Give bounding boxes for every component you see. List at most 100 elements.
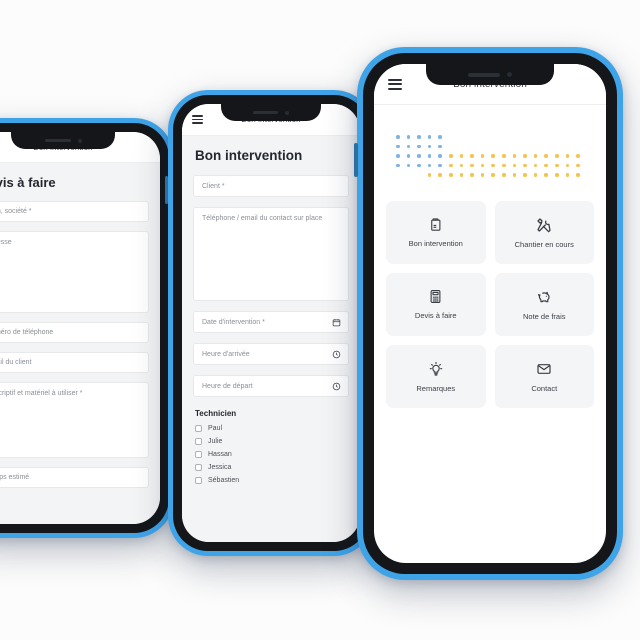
dot-blue [406,144,411,149]
clock-icon[interactable] [332,350,341,359]
field-numero-telephone[interactable]: Numéro de téléphone [0,322,149,343]
technician-checkbox-row[interactable]: Hassan [195,451,349,458]
scene-background: Bon intervention Devis à faire Nom, soci… [0,0,640,640]
technician-checkbox-row[interactable]: Julie [195,438,349,445]
dot-blue [438,154,442,158]
dot-yellow [470,154,474,158]
dot-yellow [555,173,559,177]
lightbulb-icon [428,361,444,377]
dot-blue [396,135,400,139]
technician-checkbox-row[interactable]: Paul [195,425,349,432]
tile-label: Contact [531,383,558,393]
dot-yellow [523,173,527,177]
phone-middle-content: Bon intervention Client * Téléphone / em… [182,136,360,542]
piggy-bank-icon [536,289,552,305]
dot-yellow [459,173,464,177]
dot-yellow [565,163,570,168]
dot-yellow [555,154,559,158]
hero-section [374,105,606,201]
technician-name: Sébastien [208,477,240,484]
checkbox[interactable] [195,425,202,432]
field-heure-arrivee[interactable]: Heure d'arrivée [193,343,349,365]
tile-contact[interactable]: Contact [494,345,594,408]
envelope-icon [536,361,552,377]
dot-blue [396,163,400,168]
field-placeholder: Numéro de téléphone [0,329,54,336]
dot-yellow [555,163,559,168]
dot-yellow [491,154,495,158]
dot-yellow [512,154,517,158]
calculator-icon [428,289,443,304]
dot-yellow [576,173,580,177]
field-placeholder: Heure de départ [202,382,253,390]
clock-icon[interactable] [332,382,341,391]
phone-middle-bezel: Bon intervention Bon intervention Client… [173,95,369,551]
dot-yellow [491,163,495,168]
field-client[interactable]: Client * [193,175,349,197]
field-email-client[interactable]: Email du client [0,352,149,373]
technician-name: Julie [208,438,223,445]
field-placeholder: Date d'intervention * [202,318,265,326]
technician-name: Hassan [208,451,232,458]
phone-middle-screen: Bon intervention Bon intervention Client… [182,104,360,542]
tile-bon-intervention[interactable]: Bon intervention [386,201,486,264]
checkbox[interactable] [195,464,202,471]
dot-blue [417,163,421,168]
phone-left-content: Devis à faire Nom, société * Adresse Num… [0,163,160,524]
dot-blue [406,154,411,158]
dot-grid-graphic [396,135,596,185]
dot-yellow [449,173,453,177]
tile-remarques[interactable]: Remarques [386,345,486,408]
checkbox[interactable] [195,451,202,458]
dot-yellow [533,173,538,177]
dot-yellow [480,173,485,177]
field-descriptif-materiel[interactable]: Descriptif et matériel à utiliser * [0,382,149,458]
phone-left-bezel: Bon intervention Devis à faire Nom, soci… [0,123,169,533]
dot-yellow [544,154,548,158]
field-placeholder: Adresse [0,239,12,246]
dot-yellow [565,154,570,158]
technician-name: Jessica [208,464,232,471]
dot-yellow [459,163,464,168]
calendar-icon[interactable] [332,318,341,327]
phone-front-volume-button[interactable] [354,143,358,177]
dot-yellow [502,163,506,168]
speaker-slot [44,139,71,142]
dot-yellow [470,163,474,168]
field-nom-societe[interactable]: Nom, société * [0,201,149,222]
phone-middle-notch [221,104,321,121]
technician-checkbox-row[interactable]: Sébastien [195,477,349,484]
dot-yellow [523,163,527,168]
speaker-slot [468,72,500,77]
dot-yellow [565,173,570,177]
tools-icon [536,217,552,233]
field-placeholder: Client * [202,182,225,190]
field-heure-depart[interactable]: Heure de départ [193,375,349,397]
tile-label: Note de frais [522,311,566,321]
page-title: Devis à faire [0,175,56,190]
tile-note-de-frais[interactable]: Note de frais [494,273,594,336]
dot-blue [417,154,421,158]
menu-tile-grid: Bon intervention Chantier en cours Devis… [374,201,606,420]
dot-yellow [502,173,506,177]
technician-checkbox-row[interactable]: Jessica [195,464,349,471]
dot-yellow [480,163,485,168]
field-temps-estime[interactable]: Temps estimé [0,467,149,488]
phone-left-screen: Bon intervention Devis à faire Nom, soci… [0,132,160,524]
tile-label: Chantier en cours [514,239,574,249]
dot-blue [427,154,432,158]
dot-yellow [427,173,432,177]
checkbox[interactable] [195,477,202,484]
dot-yellow [502,154,506,158]
dot-blue [427,163,432,168]
clipboard-icon [428,217,443,232]
checkbox[interactable] [195,438,202,445]
dot-yellow [576,163,580,168]
tile-chantier-en-cours[interactable]: Chantier en cours [494,201,594,264]
field-adresse[interactable]: Adresse [0,231,149,313]
phone-middle-volume-button[interactable] [165,176,168,204]
dot-yellow [470,173,474,177]
field-date-intervention[interactable]: Date d'intervention * [193,311,349,333]
field-telephone-email-contact[interactable]: Téléphone / email du contact sur place [193,207,349,301]
tile-devis-a-faire[interactable]: Devis à faire [386,273,486,336]
